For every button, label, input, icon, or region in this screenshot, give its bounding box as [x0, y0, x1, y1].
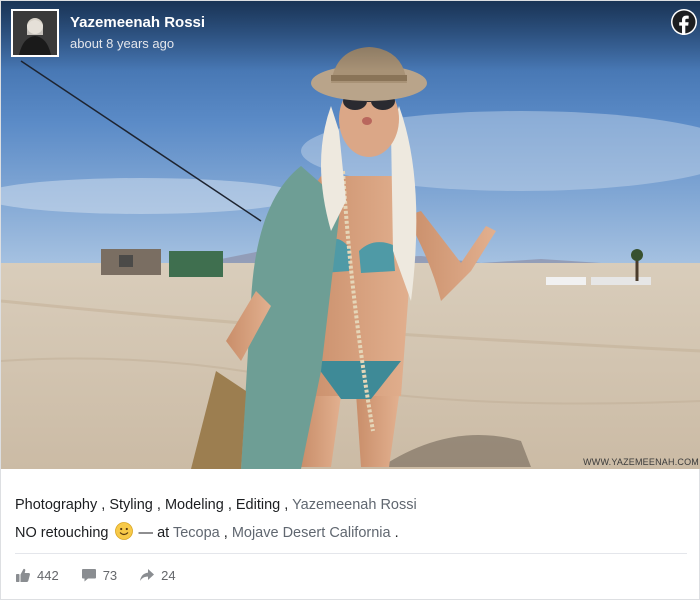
separator: ,	[97, 497, 110, 513]
likes-count: 442	[37, 567, 59, 583]
caption-prefix: NO retouching	[15, 525, 109, 541]
caption-location-line: NO retouching — at Tecopa , Mojave Deser…	[15, 519, 417, 547]
tag-photography[interactable]: Photography	[15, 497, 97, 513]
place-mojave-link[interactable]: Mojave Desert California	[232, 525, 391, 541]
author-name[interactable]: Yazemeenah Rossi	[70, 14, 205, 31]
facebook-logo-icon[interactable]	[671, 9, 697, 35]
place-tecopa-link[interactable]: Tecopa	[173, 525, 220, 541]
shares-stat[interactable]: 24	[139, 567, 176, 583]
divider	[15, 553, 687, 554]
social-post-card: Yazemeenah Rossi about 8 years ago WWW.Y…	[0, 0, 700, 600]
avatar[interactable]	[11, 9, 59, 57]
photo-watermark: WWW.YAZEMEENAH.COM	[583, 457, 699, 467]
separator: ,	[223, 497, 236, 513]
at-text: — at	[134, 525, 173, 541]
avatar-image	[13, 11, 57, 55]
share-arrow-icon	[140, 569, 155, 581]
tag-styling[interactable]: Styling	[109, 497, 153, 513]
separator: ,	[219, 525, 232, 541]
comments-count: 73	[102, 567, 118, 583]
caption-suffix: .	[390, 525, 399, 541]
separator: ,	[280, 497, 293, 513]
comment-icon	[81, 569, 96, 582]
post-caption: Photography , Styling , Modeling , Editi…	[15, 491, 417, 547]
separator: ,	[152, 497, 165, 513]
mention-link[interactable]: Yazemeenah Rossi	[292, 497, 417, 513]
shares-count: 24	[161, 567, 176, 583]
post-timestamp[interactable]: about 8 years ago	[70, 36, 174, 51]
comments-stat[interactable]: 73	[81, 567, 117, 583]
like-thumb-icon	[16, 568, 30, 582]
tag-editing[interactable]: Editing	[236, 497, 280, 513]
desert-portrait-image	[1, 1, 700, 469]
likes-stat[interactable]: 442	[15, 567, 59, 583]
post-photo[interactable]: Yazemeenah Rossi about 8 years ago WWW.Y…	[1, 1, 700, 469]
post-header: Yazemeenah Rossi about 8 years ago	[1, 1, 700, 71]
smiley-emoji-icon	[114, 522, 133, 540]
caption-tags-line: Photography , Styling , Modeling , Editi…	[15, 491, 417, 519]
engagement-stats: 442 73 24	[15, 565, 198, 585]
tag-modeling[interactable]: Modeling	[165, 497, 224, 513]
